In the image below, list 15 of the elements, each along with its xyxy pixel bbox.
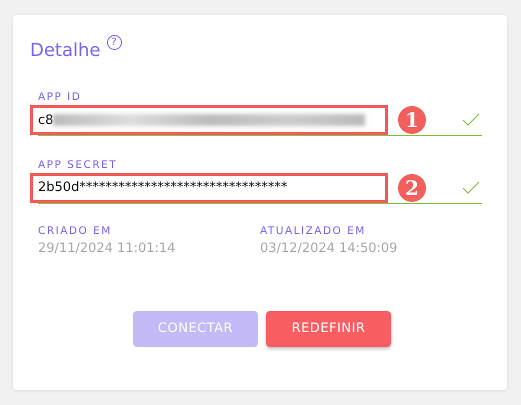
number-marker: 1 — [398, 106, 426, 134]
input-field[interactable]: 2b50d******************************** 2 — [38, 174, 482, 204]
number-marker: 2 — [398, 174, 426, 202]
date-label: CRIADO EM — [38, 224, 113, 238]
input-field[interactable]: c8 1 — [38, 106, 482, 136]
date-value: 03/12/2024 14:50:09 — [260, 240, 398, 258]
field-label: APP ID — [38, 90, 82, 105]
reset-button[interactable]: REDEFINIR — [266, 310, 391, 347]
field-label: APP SECRET — [38, 158, 118, 173]
field-value: c8 — [38, 112, 54, 130]
date-value: 29/11/2024 11:01:14 — [38, 240, 176, 258]
field-value: 2b50d******************************** — [38, 179, 288, 198]
card-title: Detalhe — [30, 39, 101, 63]
date-label: ATUALIZADO EM — [260, 224, 367, 238]
help-icon[interactable]: ? — [106, 35, 122, 50]
